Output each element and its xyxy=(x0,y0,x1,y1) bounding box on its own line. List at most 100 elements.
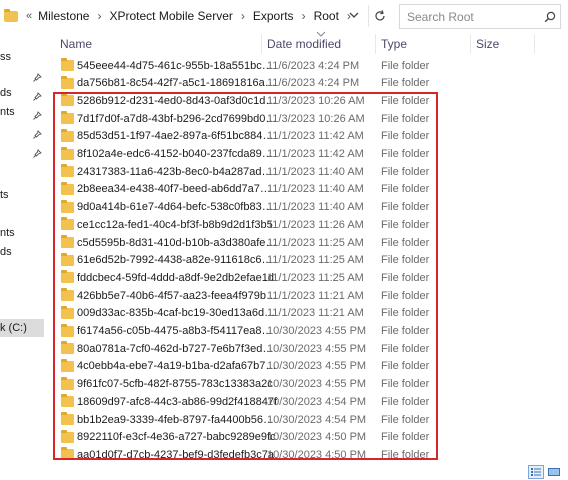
row-name[interactable]: 85d53d51-1f97-4ae2-897a-6f51bc884086 xyxy=(77,130,277,142)
table-row[interactable]: 61e6d52b-7992-4438-a82e-911618c615d1 11/1… xyxy=(56,252,566,269)
row-name[interactable]: 2b8eea34-e438-40f7-beed-ab6dd7a75a... xyxy=(77,183,277,195)
folder-icon xyxy=(61,58,74,71)
nav-item[interactable]: nts xyxy=(0,227,15,239)
table-row[interactable]: 5286b912-d231-4ed0-8d43-0af3d0c1d5... 11/… xyxy=(56,92,566,109)
row-name[interactable]: da756b81-8c54-42f7-a5c1-18691816a507 xyxy=(77,77,277,89)
details-view-button[interactable] xyxy=(528,465,544,479)
row-name[interactable]: 545eee44-4d75-461c-955b-18a551bc569f xyxy=(77,60,277,72)
row-name[interactable]: ce1cc12a-fed1-40c4-bf3f-b8b9d2d1f3b5 xyxy=(77,219,277,231)
table-row[interactable]: 7d1f7d0f-a7d8-43bf-b296-2cd7699bd082 11/3… xyxy=(56,110,566,127)
table-row[interactable]: f6174a56-c05b-4475-a8b3-f54117ea8590 10/3… xyxy=(56,323,566,340)
nav-item[interactable]: ss xyxy=(0,51,11,63)
breadcrumb-milestone[interactable]: Milestone xyxy=(38,9,89,23)
folder-icon xyxy=(61,305,74,319)
folder-icon xyxy=(61,217,74,231)
folder-icon xyxy=(61,323,74,337)
row-type: File folder xyxy=(381,325,430,337)
nav-item-local-disk[interactable]: k (C:) xyxy=(0,319,44,337)
nav-item[interactable]: ts xyxy=(0,189,9,201)
row-name[interactable]: 8922110f-e3cf-4e36-a727-babc9289e9fc xyxy=(77,431,277,443)
row-name[interactable]: 9d0a414b-61e7-4d64-befc-538c0fb83760 xyxy=(77,201,277,213)
pin-icon xyxy=(33,128,42,139)
table-row[interactable]: bb1b2ea9-3339-4feb-8797-fa4400b566b8 10/3… xyxy=(56,411,566,428)
table-row[interactable]: 545eee44-4d75-461c-955b-18a551bc569f 11/6… xyxy=(56,57,566,74)
row-name[interactable]: 8f102a4e-edc6-4152-b040-237fcda89c21 xyxy=(77,148,277,160)
row-type: File folder xyxy=(381,413,430,426)
column-divider[interactable] xyxy=(470,34,471,54)
table-row[interactable]: fddcbec4-59fd-4ddd-a8df-9e2db2efae1d 11/1… xyxy=(56,269,566,286)
row-name[interactable]: 009d33ac-835b-4caf-bc19-30ed13a6d505 xyxy=(77,307,277,319)
nav-item[interactable]: ds xyxy=(0,87,12,99)
table-row[interactable]: da756b81-8c54-42f7-a5c1-18691816a507 11/6… xyxy=(56,75,566,92)
row-name[interactable]: fddcbec4-59fd-4ddd-a8df-9e2db2efae1d xyxy=(77,272,277,284)
nav-item[interactable]: nts xyxy=(0,106,15,118)
folder-icon xyxy=(61,394,74,408)
row-name[interactable]: 18609d97-afc8-44c3-ab86-99d2f418847f xyxy=(77,396,277,408)
row-name[interactable]: 9f61fc07-5cfb-482f-8755-783c13383a2c xyxy=(77,378,277,390)
table-row[interactable]: 18609d97-afc8-44c3-ab86-99d2f418847f 10/3… xyxy=(56,393,566,410)
row-name[interactable]: 4c0ebb4a-ebe7-4a19-b1ba-d2afa67b7fd7 xyxy=(77,360,277,372)
table-row[interactable]: 009d33ac-835b-4caf-bc19-30ed13a6d505 11/1… xyxy=(56,305,566,322)
row-name[interactable]: 24317383-11a6-423b-8ec0-b4a287ad4668 xyxy=(77,166,277,178)
folder-icon xyxy=(61,358,74,372)
row-name[interactable]: f6174a56-c05b-4475-a8b3-f54117ea8590 xyxy=(77,325,277,337)
view-toggle xyxy=(528,465,564,479)
row-name[interactable]: 7d1f7d0f-a7d8-43bf-b296-2cd7699bd082 xyxy=(77,113,277,125)
row-type: File folder xyxy=(381,165,430,178)
row-date-modified: 11/3/2023 10:26 AM xyxy=(267,112,365,125)
folder-icon xyxy=(61,111,74,125)
overflow-chevron-icon[interactable]: « xyxy=(26,10,32,22)
row-type: File folder xyxy=(381,59,430,72)
row-name[interactable]: c5d5595b-8d31-410d-b10b-a3d380afe9... xyxy=(77,237,277,249)
column-header-size[interactable]: Size xyxy=(476,37,499,51)
nav-item[interactable]: ds xyxy=(0,246,12,258)
column-divider[interactable] xyxy=(375,34,376,54)
table-row[interactable]: 4c0ebb4a-ebe7-4a19-b1ba-d2afa67b7fd7 10/3… xyxy=(56,358,566,375)
row-date-modified: 11/1/2023 11:21 AM xyxy=(267,307,364,320)
folder-icon xyxy=(61,429,74,443)
search-input[interactable]: Search Root xyxy=(407,10,540,24)
refresh-button[interactable] xyxy=(368,5,390,27)
breadcrumb-root[interactable]: Root xyxy=(314,9,339,23)
folder-icon xyxy=(61,146,74,160)
breadcrumb-exports[interactable]: Exports xyxy=(253,9,294,23)
table-row[interactable]: aa01d0f7-d7cb-4237-bef9-d3fedefb3c7a 10/3… xyxy=(56,446,566,463)
details-view-icon xyxy=(531,468,541,476)
table-row[interactable]: 24317383-11a6-423b-8ec0-b4a287ad4668 11/1… xyxy=(56,163,566,180)
breadcrumb-xprotect-mobile-server[interactable]: XProtect Mobile Server xyxy=(109,9,232,23)
table-row[interactable]: 2b8eea34-e438-40f7-beed-ab6dd7a75a... 11/… xyxy=(56,181,566,198)
folder-icon xyxy=(61,75,74,89)
table-row[interactable]: c5d5595b-8d31-410d-b10b-a3d380afe9... 11/… xyxy=(56,234,566,251)
column-header-name[interactable]: Name xyxy=(60,37,92,51)
table-row[interactable]: 9f61fc07-5cfb-482f-8755-783c13383a2c 10/3… xyxy=(56,376,566,393)
table-row[interactable]: 8922110f-e3cf-4e36-a727-babc9289e9fc 10/3… xyxy=(56,429,566,446)
row-name[interactable]: 80a0781a-7cf0-462d-b727-7e6b7f3ede3e xyxy=(77,343,277,355)
row-name[interactable]: 61e6d52b-7992-4438-a82e-911618c615d1 xyxy=(77,254,277,266)
pin-icon xyxy=(33,90,42,101)
row-name[interactable]: 5286b912-d231-4ed0-8d43-0af3d0c1d5... xyxy=(77,95,277,107)
address-history-dropdown-icon[interactable] xyxy=(347,8,361,22)
address-bar[interactable]: « Milestone › XProtect Mobile Server › E… xyxy=(4,5,364,27)
table-row[interactable]: 9d0a414b-61e7-4d64-befc-538c0fb83760 11/1… xyxy=(56,199,566,216)
column-divider[interactable] xyxy=(534,34,535,54)
breadcrumb-separator-icon[interactable]: › xyxy=(241,9,245,23)
search-box[interactable]: Search Root xyxy=(399,4,561,29)
table-row[interactable]: 426bb5e7-40b6-4f57-aa23-feea4f979b43 11/1… xyxy=(56,287,566,304)
row-name[interactable]: 426bb5e7-40b6-4f57-aa23-feea4f979b43 xyxy=(77,290,277,302)
table-row[interactable]: 80a0781a-7cf0-462d-b727-7e6b7f3ede3e 10/3… xyxy=(56,340,566,357)
column-header-date-modified[interactable]: Date modified xyxy=(267,37,341,51)
row-name[interactable]: bb1b2ea9-3339-4feb-8797-fa4400b566b8 xyxy=(77,414,277,426)
breadcrumb-separator-icon[interactable]: › xyxy=(302,9,306,23)
folder-icon xyxy=(61,128,74,142)
folder-icon xyxy=(61,252,74,266)
column-header-type[interactable]: Type xyxy=(381,37,407,51)
large-icons-view-button[interactable] xyxy=(547,465,561,479)
column-divider[interactable] xyxy=(261,34,262,54)
table-row[interactable]: 8f102a4e-edc6-4152-b040-237fcda89c21 11/1… xyxy=(56,146,566,163)
row-name[interactable]: aa01d0f7-d7cb-4237-bef9-d3fedefb3c7a xyxy=(77,449,277,461)
search-icon[interactable] xyxy=(540,11,560,23)
table-row[interactable]: ce1cc12a-fed1-40c4-bf3f-b8b9d2d1f3b5 11/1… xyxy=(56,216,566,233)
table-row[interactable]: 85d53d51-1f97-4ae2-897a-6f51bc884086 11/1… xyxy=(56,128,566,145)
row-date-modified: 11/1/2023 11:25 AM xyxy=(267,236,364,249)
breadcrumb-separator-icon[interactable]: › xyxy=(97,9,101,23)
